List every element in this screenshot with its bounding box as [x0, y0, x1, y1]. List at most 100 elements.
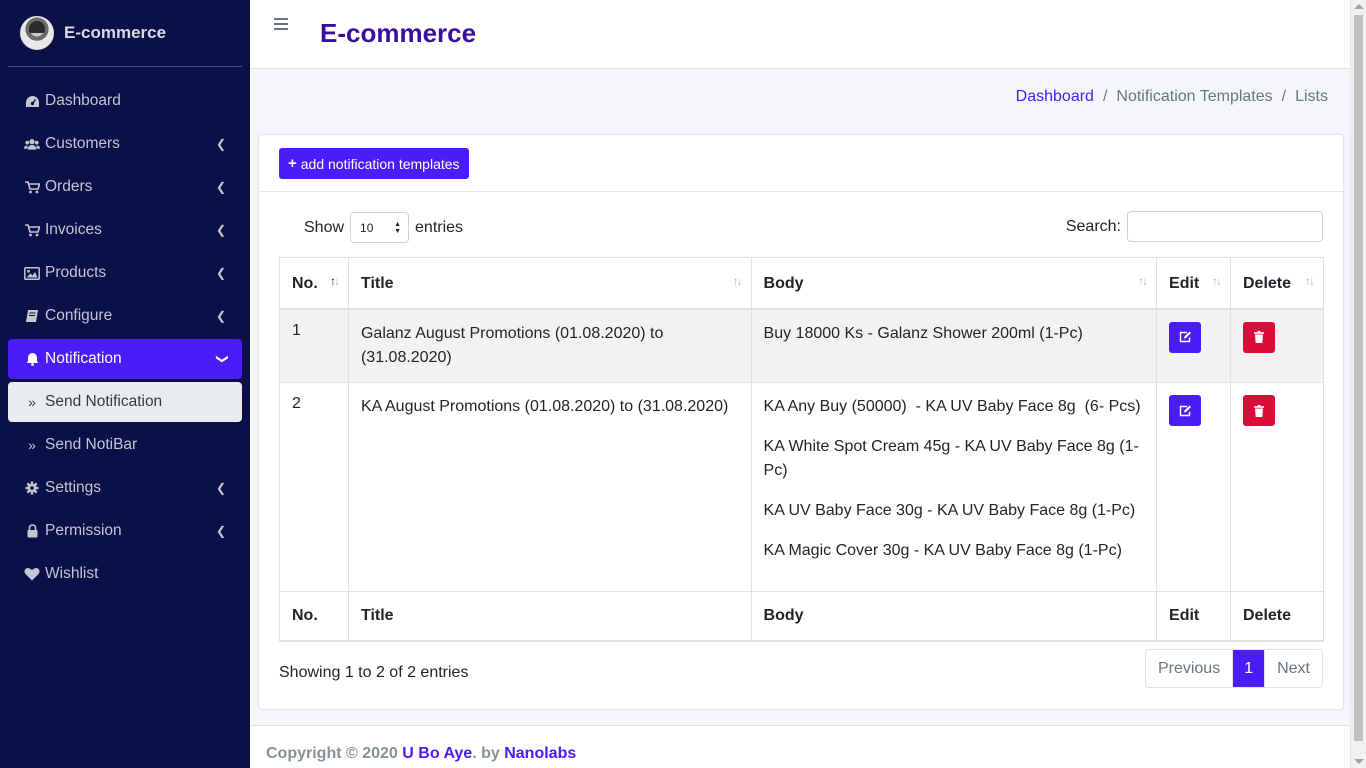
scroll-up-arrow-icon[interactable]: [1354, 4, 1364, 9]
table-row: 1 Galanz August Promotions (01.08.2020) …: [279, 308, 1324, 383]
sidebar-item-label: Send NotiBar: [45, 436, 138, 453]
search-label: Search:: [1065, 217, 1121, 235]
cell-edit: [1156, 308, 1231, 383]
sidebar-item-label: Configure: [45, 307, 113, 324]
cart-icon: [24, 180, 40, 194]
sidebar-item-label: Orders: [45, 178, 93, 195]
footer-column-no: No.: [279, 591, 349, 642]
sidebar-item-label: Permission: [45, 522, 122, 539]
body-line: KA White Spot Cream 45g - KA UV Baby Fac…: [763, 438, 1139, 479]
users-icon: [24, 138, 40, 151]
chevron-left-icon: ❮: [215, 223, 226, 237]
breadcrumb-section: Notification Templates: [1116, 88, 1273, 105]
chevron-left-icon: ❮: [215, 180, 226, 194]
add-notification-template-button[interactable]: + add notification templates: [279, 148, 469, 179]
notification-templates-table: No. ↑↓ Title ↑↓ Body ↑↓ Edit ↑↓ Delete ↑↓ 1 G…: [279, 257, 1324, 642]
chevron-left-icon: ❮: [215, 137, 226, 151]
pagination-page-button[interactable]: 1: [1233, 650, 1266, 687]
select-arrows-icon: ▲ ▼: [394, 221, 402, 235]
cell-delete: [1230, 308, 1324, 383]
delete-button[interactable]: [1243, 395, 1275, 426]
sidebar-item-settings[interactable]: Settings ❮: [8, 468, 242, 508]
dashboard-icon: [24, 95, 40, 108]
column-header-no[interactable]: No. ↑↓: [279, 257, 349, 310]
cell-no: 1: [279, 308, 349, 383]
chevron-left-icon: ❮: [215, 266, 226, 280]
column-header-title[interactable]: Title ↑↓: [347, 257, 752, 310]
scroll-down-arrow-icon[interactable]: [1354, 759, 1364, 764]
sidebar-item-wishlist[interactable]: Wishlist: [8, 554, 242, 594]
table-footer-row: No. Title Body Edit Delete: [279, 591, 1324, 642]
footer-company-link[interactable]: Nanolabs: [504, 745, 576, 762]
entries-label: entries: [415, 218, 464, 236]
sidebar-item-dashboard[interactable]: Dashboard: [8, 81, 242, 121]
sidebar-item-invoices[interactable]: Invoices ❮: [8, 210, 242, 250]
column-header-edit[interactable]: Edit ↑↓: [1156, 257, 1231, 310]
sidebar-item-label: Invoices: [45, 221, 102, 238]
breadcrumb-dashboard-link[interactable]: Dashboard: [1016, 88, 1094, 106]
brand-link[interactable]: E-commerce: [8, 0, 242, 67]
edit-button[interactable]: [1169, 321, 1202, 353]
sidebar-item-label: Customers: [45, 135, 120, 152]
cart-icon: [24, 223, 40, 237]
breadcrumb: Dashboard / Notification Templates / Lis…: [1016, 88, 1328, 106]
column-header-body[interactable]: Body ↑↓: [750, 257, 1158, 310]
sidebar: E-commerce Dashboard Customers ❮ Orders …: [0, 0, 250, 768]
sidebar-item-label: Settings: [45, 479, 102, 496]
menu-toggle-icon[interactable]: [274, 18, 288, 32]
sidebar-item-label: Wishlist: [45, 565, 99, 582]
page-length-value: 10: [360, 220, 374, 235]
sidebar-item-customers[interactable]: Customers ❮: [8, 124, 242, 164]
footer-column-edit: Edit: [1156, 591, 1231, 642]
bell-icon: [24, 352, 40, 366]
page-title: E-commerce: [320, 18, 477, 48]
sidebar-item-label: Products: [45, 264, 107, 281]
top-navbar: E-commerce: [250, 0, 1350, 69]
sidebar-item-label: Dashboard: [45, 92, 121, 109]
cell-title: KA August Promotions (01.08.2020) to (31…: [347, 382, 752, 592]
body-line: Buy 18000 Ks - Galanz Shower 200ml (1-Pc…: [763, 324, 1083, 342]
sidebar-item-configure[interactable]: Configure ❮: [8, 296, 242, 336]
lock-icon: [24, 524, 40, 538]
card-header: + add notification templates: [259, 135, 1343, 192]
breadcrumb-separator: /: [1281, 88, 1287, 105]
footer-by: . by: [472, 745, 505, 762]
avatar: [20, 16, 54, 50]
pagination-previous-button[interactable]: Previous: [1146, 650, 1234, 687]
notification-templates-card: + add notification templates Show 10 ▲ ▼ …: [258, 134, 1344, 710]
sidebar-item-products[interactable]: Products ❮: [8, 253, 242, 293]
footer-author-link[interactable]: U Bo Aye: [402, 745, 472, 762]
sidebar-item-notification[interactable]: Notification ❮: [8, 339, 242, 379]
body-line: KA Any Buy (50000) - KA UV Baby Face 8g …: [763, 398, 1141, 415]
body-line: KA Magic Cover 30g - KA UV Baby Face 8g …: [763, 542, 1122, 559]
footer-column-title: Title: [347, 591, 752, 642]
sidebar-item-permission[interactable]: Permission ❮: [8, 511, 242, 551]
body-line: KA UV Baby Face 30g - KA UV Baby Face 8g…: [763, 502, 1136, 519]
breadcrumb-current: Lists: [1295, 88, 1328, 105]
sort-icon: ↑↓: [1305, 274, 1315, 288]
sidebar-item-orders[interactable]: Orders ❮: [8, 167, 242, 207]
cell-delete: [1230, 382, 1324, 592]
sidebar-item-send-notification[interactable]: » Send Notification: [8, 382, 242, 422]
column-header-delete[interactable]: Delete ↑↓: [1230, 257, 1324, 310]
search-input[interactable]: [1127, 211, 1323, 242]
vertical-scrollbar[interactable]: [1350, 0, 1366, 768]
edit-button[interactable]: [1169, 395, 1202, 426]
page-length-control: Show 10 ▲ ▼ entries: [304, 212, 463, 243]
trash-icon: [1254, 331, 1264, 343]
delete-button[interactable]: [1243, 321, 1275, 353]
page-length-select[interactable]: 10 ▲ ▼: [350, 212, 410, 243]
scrollbar-thumb[interactable]: [1354, 15, 1363, 741]
double-chevron-icon: »: [28, 437, 36, 453]
pagination-next-button[interactable]: Next: [1265, 650, 1322, 687]
sidebar-nav: Dashboard Customers ❮ Orders ❮ Invoices …: [0, 81, 250, 594]
footer-column-delete: Delete: [1230, 591, 1324, 642]
edit-icon: [1179, 331, 1191, 343]
cell-title: Galanz August Promotions (01.08.2020) to…: [347, 308, 752, 383]
pagination: Previous 1 Next: [1144, 649, 1323, 688]
book-icon: [24, 309, 40, 323]
add-button-label: add notification templates: [300, 155, 460, 172]
cell-edit: [1156, 382, 1231, 592]
chevron-left-icon: ❮: [215, 481, 226, 495]
sidebar-item-send-notibar[interactable]: » Send NotiBar: [8, 425, 242, 465]
